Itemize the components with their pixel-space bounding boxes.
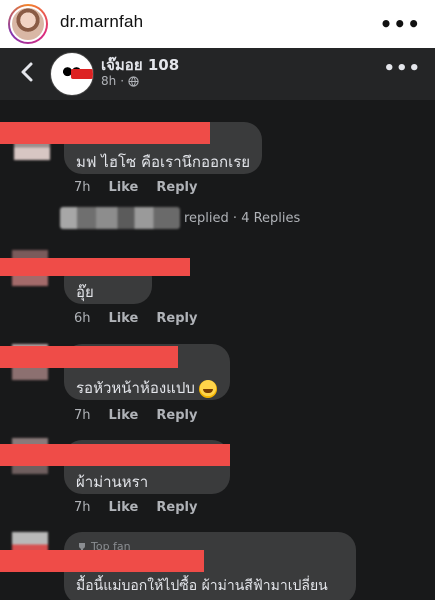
- comment-text: อุ๊ย: [76, 283, 94, 301]
- chevron-left-icon[interactable]: [14, 58, 42, 86]
- reply-button[interactable]: Reply: [156, 408, 197, 423]
- comment-actions: 7h Like Reply: [74, 180, 197, 195]
- replies-label: replied: [184, 210, 229, 226]
- comment-time: 7h: [74, 500, 91, 515]
- more-horizontal-icon[interactable]: •••: [383, 58, 421, 79]
- comment-text: ผ้าม่านหรา: [76, 473, 149, 491]
- page-avatar[interactable]: [50, 52, 94, 96]
- replier-avatars: [60, 207, 180, 229]
- post-header: เจ๊มอย 108 8h · •••: [0, 48, 435, 100]
- comment-time: 7h: [74, 408, 91, 423]
- post-meta: 8h ·: [101, 74, 139, 88]
- comment-text: รอหัวหน้าห้องแปบ: [76, 376, 217, 400]
- like-button[interactable]: Like: [109, 180, 139, 195]
- grinning-sweat-emoji-icon: [198, 379, 217, 398]
- redacted-name: [0, 122, 210, 144]
- more-horizontal-icon[interactable]: •••: [380, 12, 421, 36]
- reply-button[interactable]: Reply: [156, 311, 197, 326]
- like-button[interactable]: Like: [109, 500, 139, 515]
- comment-time: 7h: [74, 180, 91, 195]
- comments-list: มฟ ไฮโซ คือเรานึกออกเรย 7h Like Reply re…: [0, 100, 435, 600]
- instagram-story-header: dr.marnfah •••: [0, 0, 435, 48]
- view-replies[interactable]: replied · 4 Replies: [60, 205, 300, 231]
- username[interactable]: dr.marnfah: [60, 12, 143, 32]
- reply-button[interactable]: Reply: [156, 180, 197, 195]
- redacted-name: [0, 346, 178, 368]
- comment-actions: 7h Like Reply: [74, 408, 197, 423]
- redacted-name: [0, 258, 190, 276]
- redacted-name: [0, 444, 230, 466]
- globe-icon: [128, 75, 139, 87]
- comment-text-value: รอหัวหน้าห้องแปบ: [76, 379, 195, 397]
- replies-count: 4 Replies: [241, 210, 301, 226]
- reply-button[interactable]: Reply: [156, 500, 197, 515]
- profile-avatar[interactable]: [8, 4, 48, 44]
- redacted-name: [0, 550, 204, 572]
- comment-time: 6h: [74, 311, 91, 326]
- comment-actions: 7h Like Reply: [74, 500, 197, 515]
- comment-text: มฟ ไฮโซ คือเรานึกออกเรย: [76, 153, 251, 171]
- like-button[interactable]: Like: [109, 311, 139, 326]
- post-time: 8h: [101, 74, 117, 88]
- comment-text: มื้อนี้แม่บอกให้ไปซื้อ ผ้าม่านสีฟ้ามาเปล…: [76, 578, 328, 594]
- like-button[interactable]: Like: [109, 408, 139, 423]
- comment-actions: 6h Like Reply: [74, 311, 197, 326]
